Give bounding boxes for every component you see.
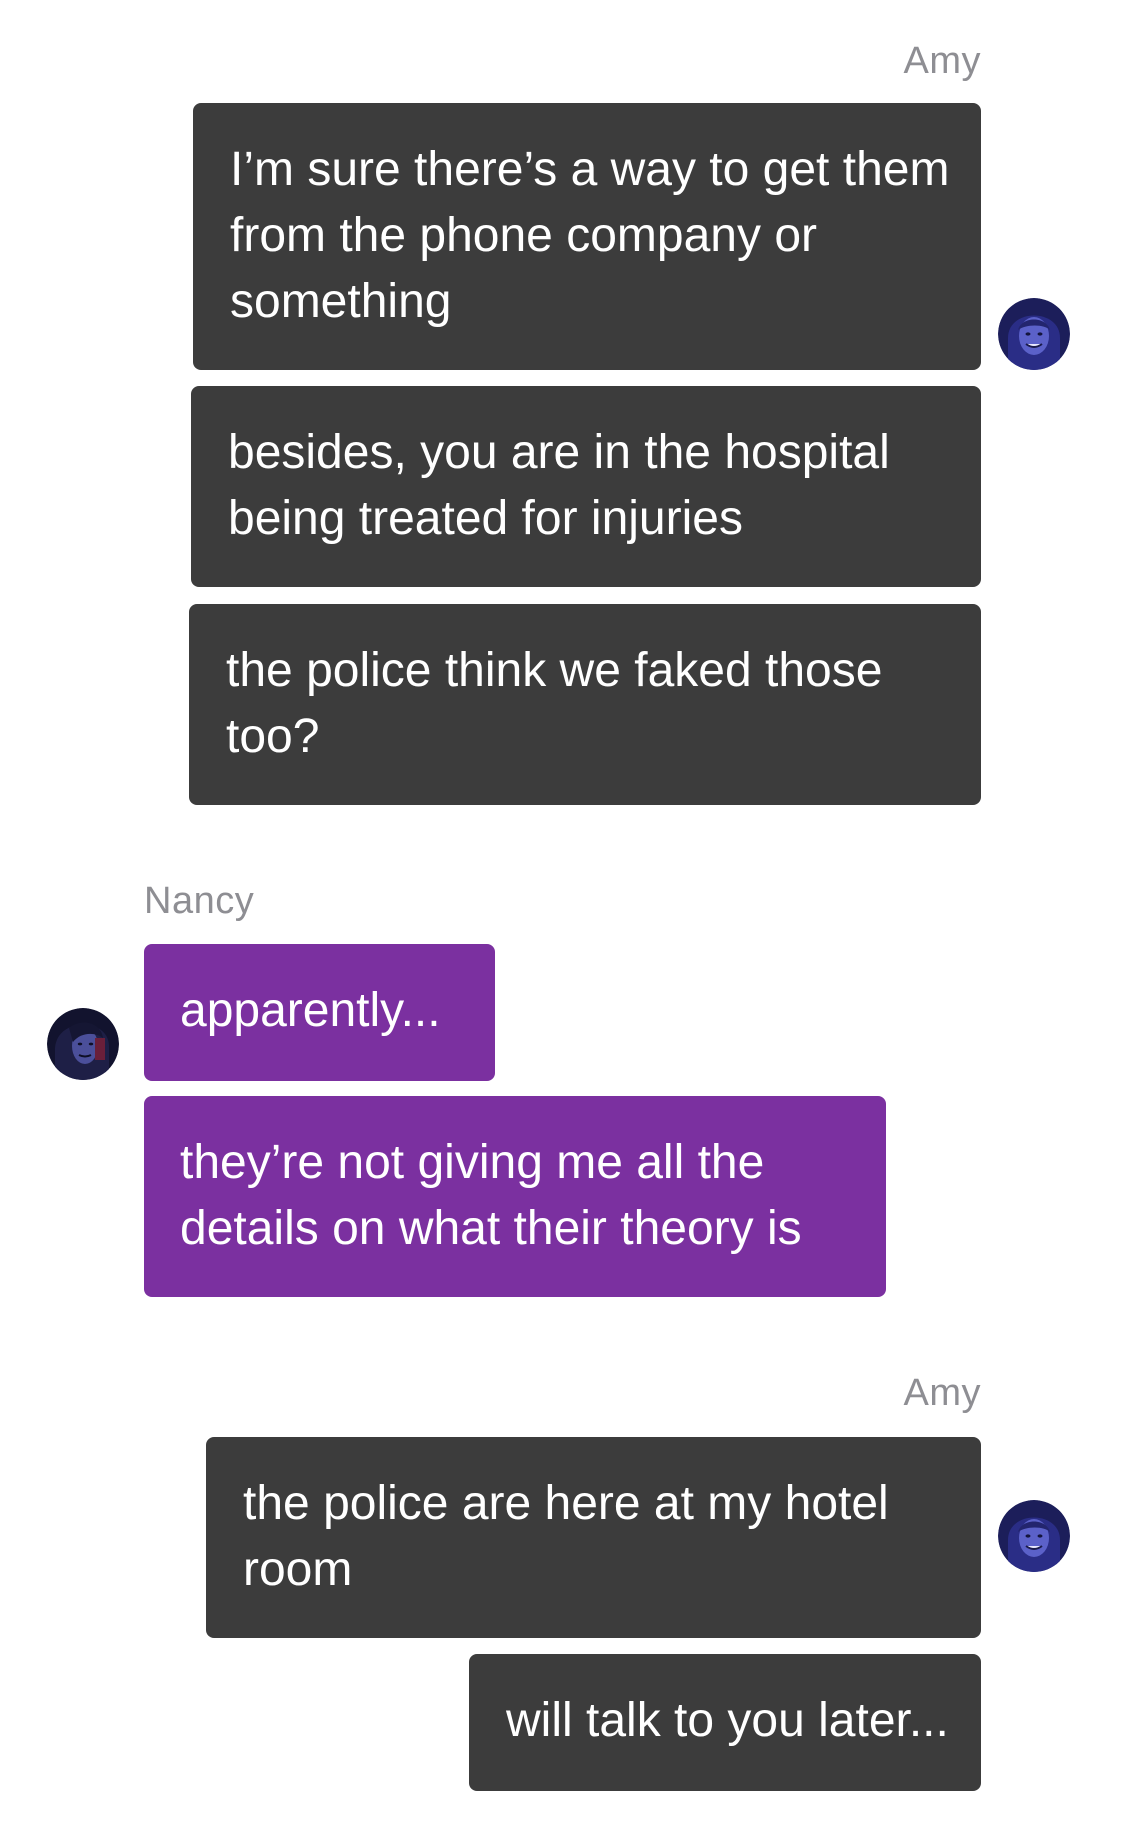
sender-label-nancy: Nancy [144, 880, 255, 922]
message-bubble-amy[interactable]: will talk to you later... [469, 1654, 981, 1791]
message-bubble-amy[interactable]: the police think we faked those too? [189, 604, 981, 805]
amy-avatar-icon-graphic [998, 1500, 1070, 1572]
message-bubble-amy[interactable]: I’m sure there’s a way to get them from … [193, 103, 981, 370]
sender-label-amy: Amy [903, 1372, 981, 1414]
nancy-avatar-icon-graphic [47, 1008, 119, 1080]
sender-label-amy: Amy [903, 40, 981, 82]
chat-thread: Amy I’m sure there’s a way to get them f… [0, 0, 1125, 1822]
message-bubble-amy[interactable]: besides, you are in the hospital being t… [191, 386, 981, 587]
amy-avatar-icon[interactable] [998, 1500, 1070, 1572]
message-bubble-amy[interactable]: the police are here at my hotel room [206, 1437, 981, 1638]
nancy-avatar-icon[interactable] [47, 1008, 119, 1080]
message-bubble-nancy[interactable]: apparently... [144, 944, 495, 1081]
amy-avatar-icon[interactable] [998, 298, 1070, 370]
amy-avatar-icon-graphic [998, 298, 1070, 370]
message-bubble-nancy[interactable]: they’re not giving me all the details on… [144, 1096, 886, 1297]
